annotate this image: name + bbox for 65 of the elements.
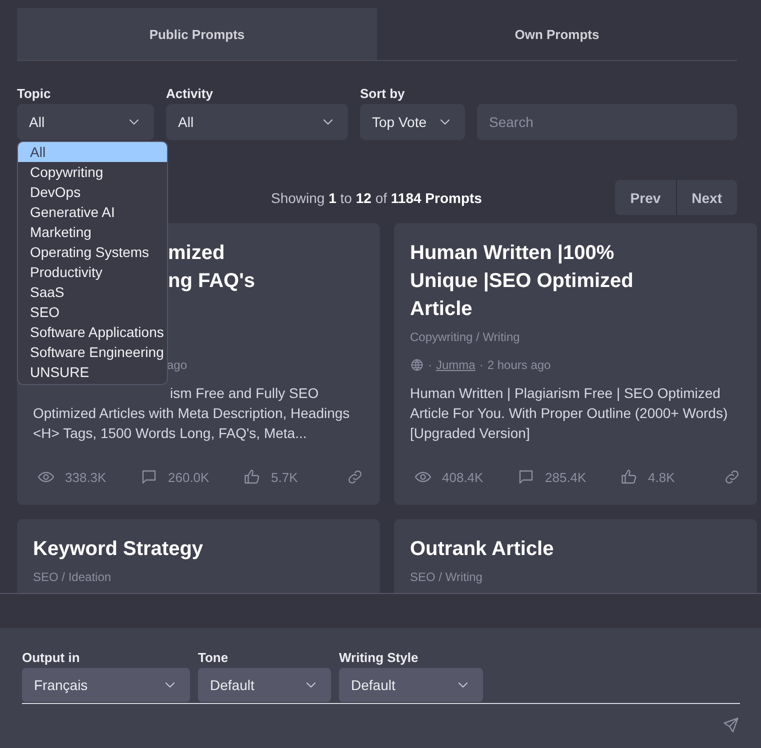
dropdown[interactable]: Default (339, 668, 483, 702)
card-title: Keyword Strategy (33, 537, 204, 562)
field-label: Activity (166, 86, 214, 101)
timestamp: ago (167, 358, 188, 372)
field-label: Tone (198, 650, 230, 665)
result-count: Showing 1 to 12 of 1184 Prompts (271, 190, 482, 206)
field-label: Sort by (360, 86, 406, 101)
separator-text: · (479, 358, 484, 372)
menu-option[interactable]: UNSURE (18, 362, 167, 382)
category-label: Copywriting / Writing (410, 329, 521, 345)
thumbs-up-icon (243, 468, 261, 486)
menu-option[interactable]: DevOps (18, 182, 167, 202)
comment-icon (517, 468, 535, 486)
dropdown[interactable]: Français (22, 668, 190, 702)
comment-count: 260.0K (168, 470, 210, 484)
link-icon[interactable] (723, 468, 741, 486)
menu-option[interactable]: Generative AI (18, 202, 167, 222)
menu-option[interactable]: Marketing (18, 222, 167, 242)
menu-option[interactable]: Software Applications (18, 322, 167, 342)
prompt-card[interactable] (394, 223, 757, 505)
card-description: [Upgraded Version] (410, 424, 531, 443)
card-title: mized (168, 241, 225, 266)
search-field[interactable]: Search (477, 104, 737, 140)
prompt-card[interactable]: Keyword Strategy SEO / Ideation (17, 519, 380, 593)
globe-icon (410, 358, 424, 372)
card-description: <H> Tags, 1500 Words Long, FAQ's, Meta... (33, 424, 308, 443)
category-label: SEO / Ideation (33, 569, 112, 585)
menu-option[interactable]: All (18, 142, 167, 162)
card-title: Human Written |100% (410, 241, 616, 266)
comment-icon (140, 468, 158, 486)
menu-option[interactable]: Copywriting (18, 162, 167, 182)
menu-option[interactable]: Productivity (18, 262, 167, 282)
dropdown[interactable]: Default (198, 668, 331, 702)
view-count: 338.3K (65, 470, 106, 484)
card-description: Human Written | Plagiarism Free | SEO Optimized (410, 384, 722, 403)
like-count: 4.8K (648, 470, 675, 484)
prompt-card[interactable]: Outrank Article SEO / Writing (394, 519, 757, 593)
dropdown[interactable]: Top Vote (360, 104, 465, 140)
card-description: Article For You. With Proper Outline (2000+ Words) (410, 404, 729, 423)
dropdown[interactable]: All (17, 104, 154, 140)
category-label: SEO / Writing (410, 569, 484, 585)
menu-option[interactable]: SaaS (18, 282, 167, 302)
comment-count: 285.4K (545, 470, 586, 484)
timestamp: 2 hours ago (487, 358, 551, 372)
tab[interactable]: Own Prompts (377, 8, 737, 60)
view-count: 408.4K (442, 470, 484, 484)
tab[interactable]: Public Prompts (17, 8, 377, 60)
card-title: Unique |SEO Optimized (410, 269, 634, 294)
card-description: Optimized Articles with Meta Description, Headings (33, 404, 351, 423)
send-icon[interactable] (722, 716, 740, 734)
dropdown[interactable]: All (166, 104, 348, 140)
separator-text: · (428, 358, 432, 372)
menu-option[interactable]: Operating Systems (18, 242, 167, 262)
card-description: ism Free and Fully SEO (170, 384, 319, 403)
card-title: ng FAQ's (168, 269, 255, 294)
thumbs-up-icon (620, 468, 638, 486)
card-title: Outrank Article (410, 537, 555, 562)
field-label: Topic (17, 86, 52, 101)
like-count: 5.7K (271, 470, 298, 484)
field-label: Writing Style (339, 650, 420, 665)
card-title: Article (410, 297, 474, 322)
field-label: Output in (22, 650, 81, 665)
link-icon[interactable] (346, 468, 364, 486)
menu-option[interactable]: SEO (18, 302, 167, 322)
menu-option[interactable]: Software Engineering (18, 342, 167, 362)
